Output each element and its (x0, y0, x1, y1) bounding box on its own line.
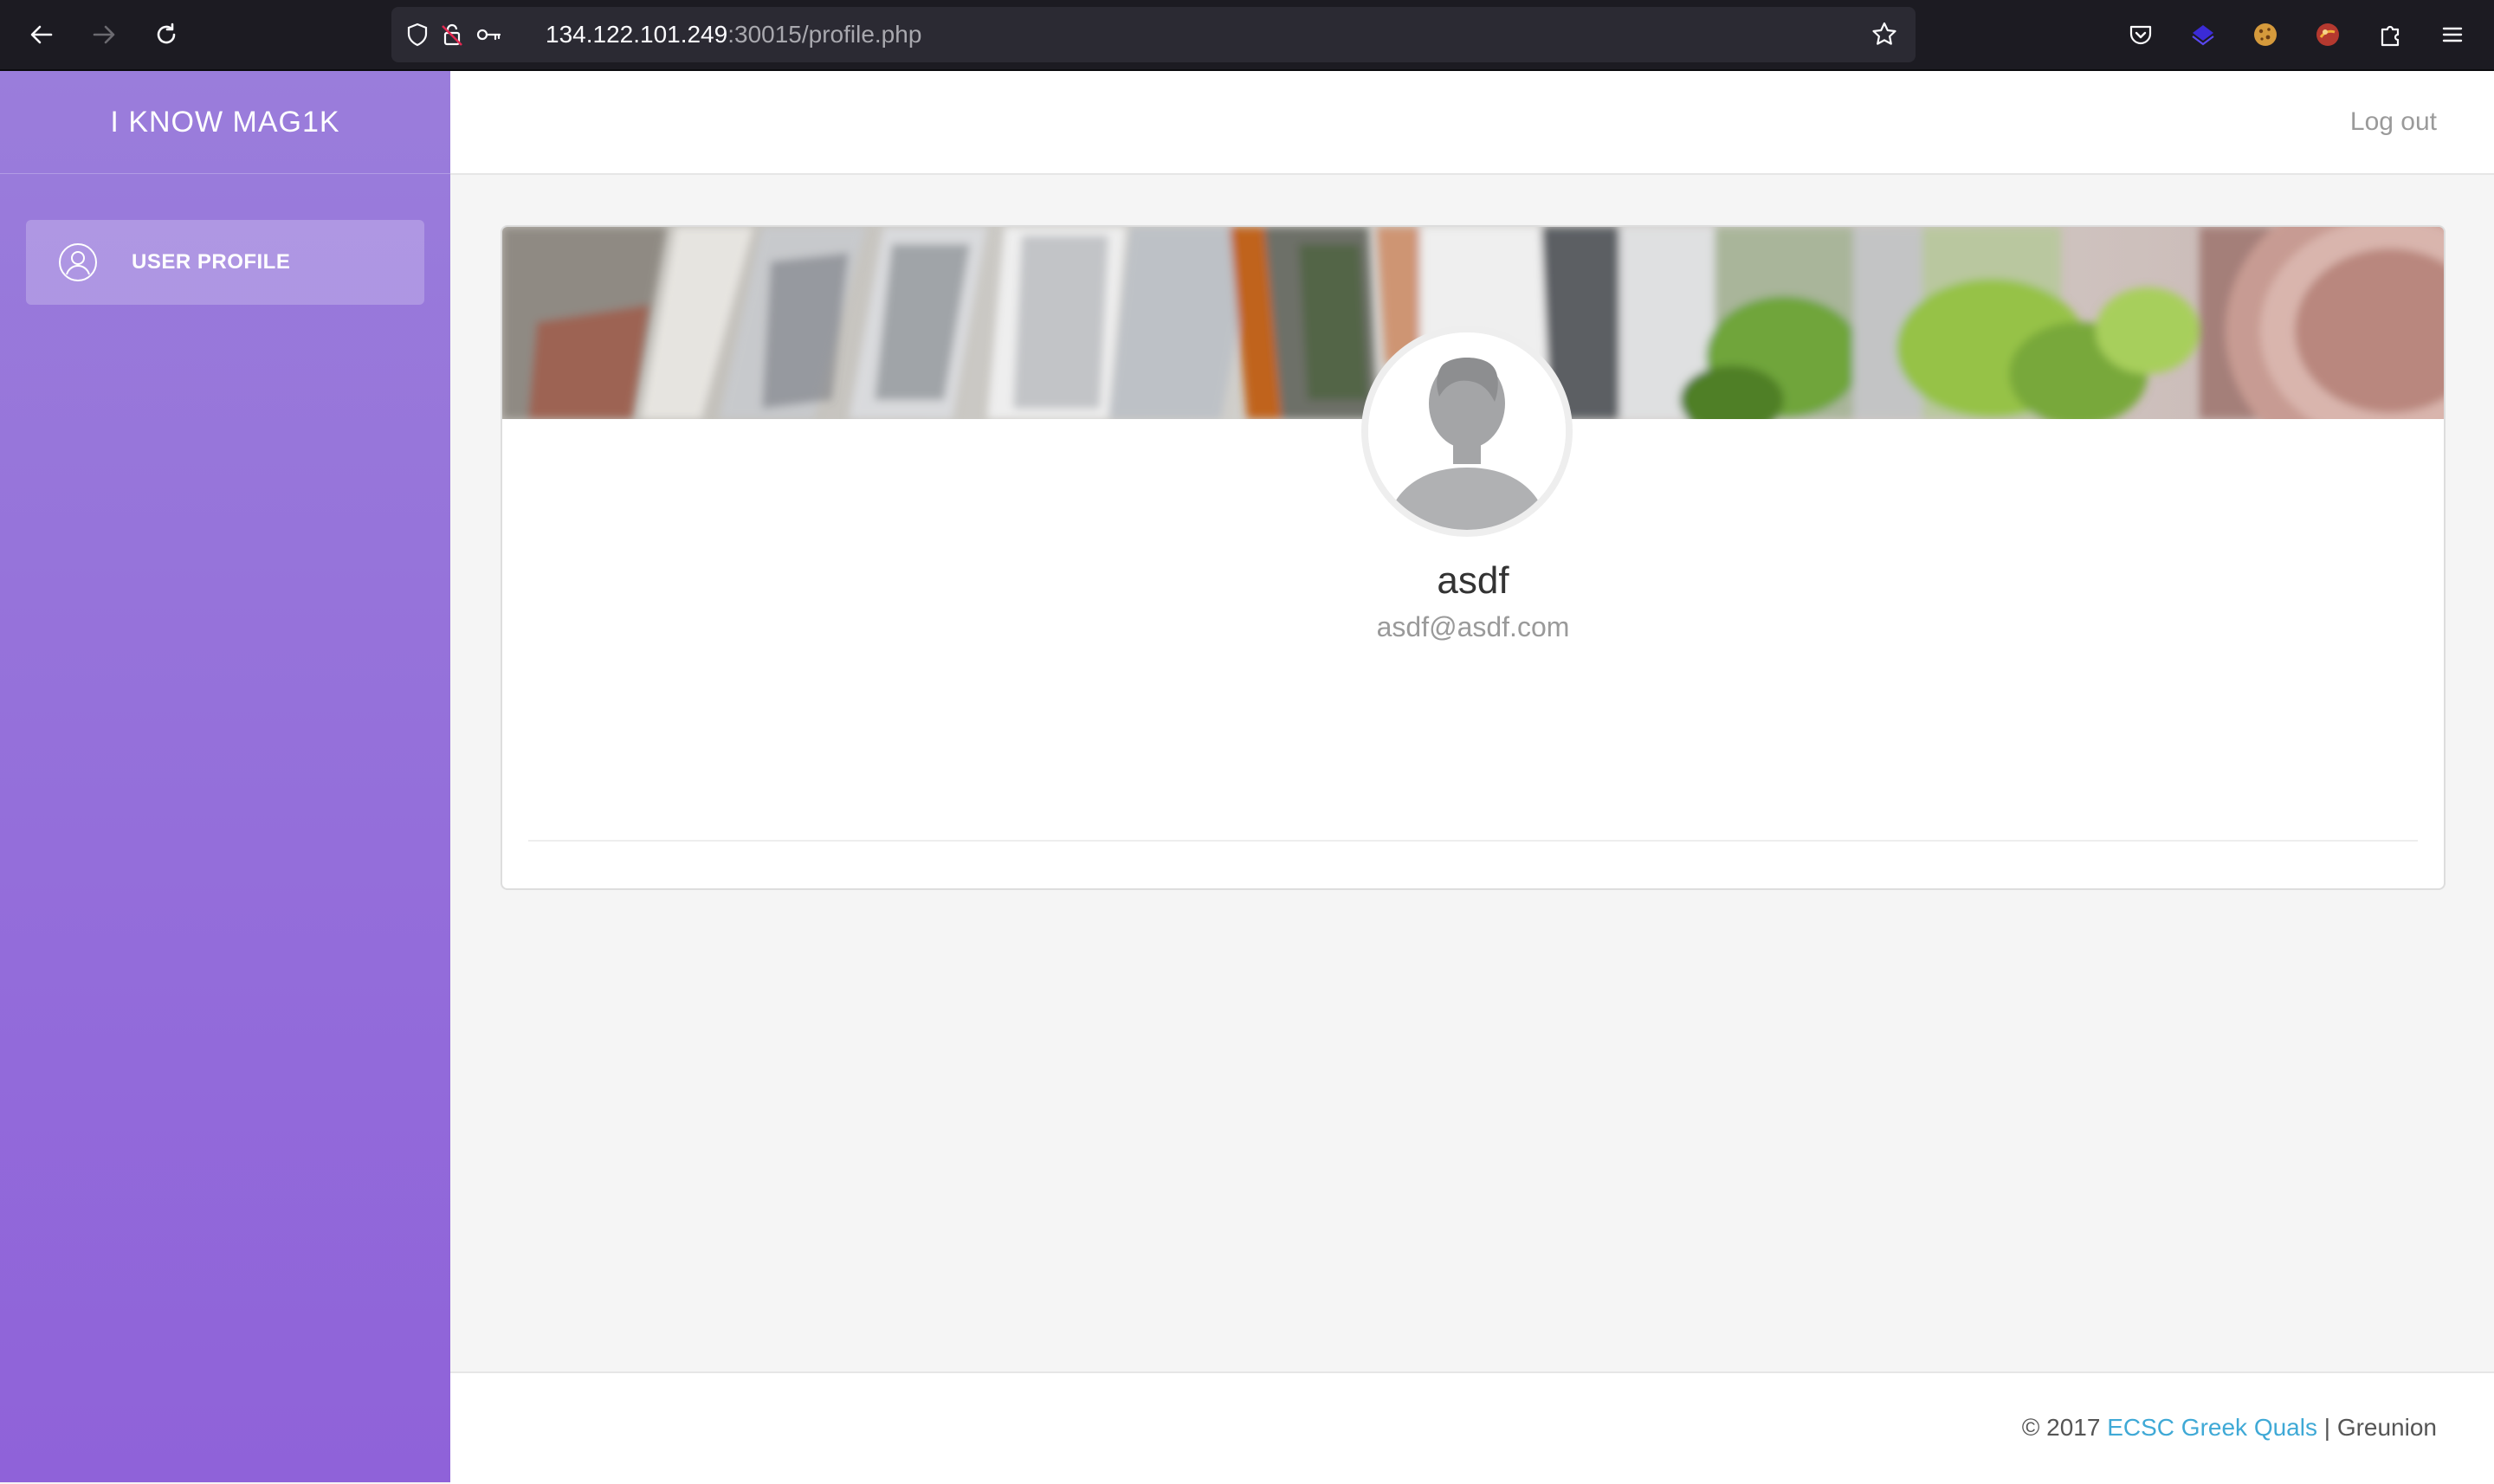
sidebar-item-user-profile[interactable]: USER PROFILE (26, 220, 424, 305)
default-user-avatar-icon (1368, 332, 1566, 530)
shield-icon[interactable] (404, 21, 431, 48)
cookie-icon[interactable] (2248, 17, 2283, 52)
user-icon (57, 242, 99, 283)
profile-email: asdf@asdf.com (1376, 611, 1570, 642)
brand-logo[interactable]: I KNOW MAG1K (0, 71, 450, 174)
avatar (1361, 326, 1573, 537)
footer-separator: | (2323, 1414, 2331, 1441)
bookmark-star-icon[interactable] (1870, 21, 1898, 48)
sidebar: I KNOW MAG1K USER PROFILE (0, 71, 450, 1482)
extension-icon[interactable] (2310, 17, 2345, 52)
insecure-lock-icon[interactable] (438, 21, 466, 48)
top-navbar: Log out (450, 71, 2494, 175)
back-icon (30, 25, 53, 44)
back-button[interactable] (21, 14, 62, 55)
reload-button[interactable] (145, 14, 187, 55)
forward-icon (93, 25, 115, 44)
forward-button[interactable] (83, 14, 125, 55)
reload-icon (157, 23, 176, 44)
sidebar-item-label: USER PROFILE (132, 250, 291, 274)
ecsc-link[interactable]: ECSC Greek Quals (2107, 1414, 2317, 1441)
browser-toolbar: 134.122.101.249:30015/profile.php (0, 0, 2494, 71)
copyright-text: © 2017 (2021, 1414, 2101, 1441)
url-host: 134.122.101.249 (546, 21, 728, 48)
logout-link[interactable]: Log out (2350, 71, 2437, 173)
pocket-icon[interactable] (2123, 17, 2158, 52)
footer-copyright: © 2017 ECSC Greek Quals | Greunion (2022, 1373, 2437, 1482)
card-divider (528, 840, 2418, 842)
url-path: :30015/profile.php (727, 21, 922, 48)
key-icon[interactable] (475, 21, 502, 48)
profile-card: asdf asdf@asdf.com (501, 225, 2446, 890)
url-text[interactable]: 134.122.101.249:30015/profile.php (546, 7, 921, 62)
footer: © 2017 ECSC Greek Quals | Greunion (450, 1371, 2494, 1484)
url-bar[interactable]: 134.122.101.249:30015/profile.php (391, 7, 1916, 62)
extension-icon[interactable] (2186, 17, 2220, 52)
footer-suffix: Greunion (2336, 1414, 2437, 1441)
menu-icon[interactable] (2435, 17, 2470, 52)
puzzle-icon[interactable] (2373, 17, 2407, 52)
profile-username: asdf (1437, 559, 1509, 602)
